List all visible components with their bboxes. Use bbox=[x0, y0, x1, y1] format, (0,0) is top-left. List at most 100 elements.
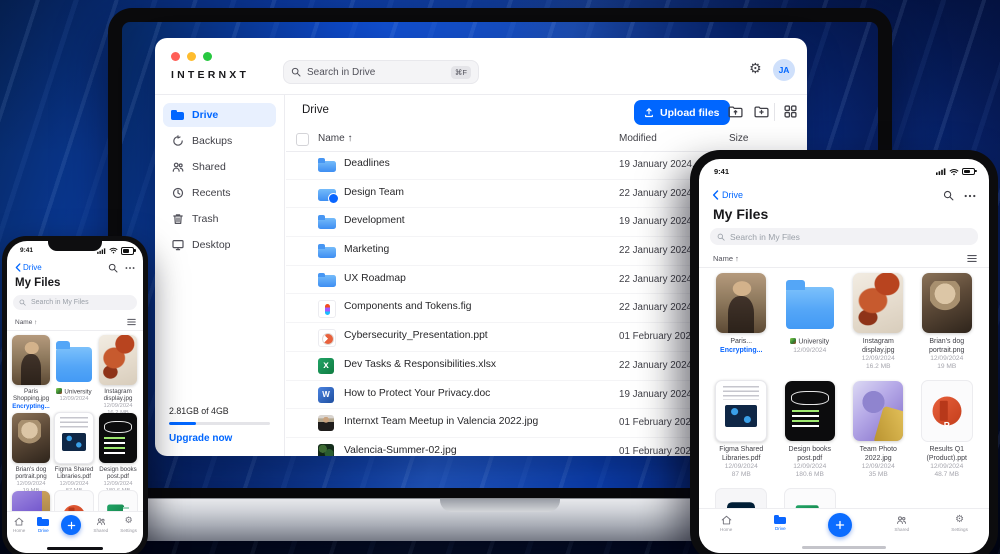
shared-people-icon bbox=[171, 161, 184, 173]
status-icons bbox=[936, 167, 977, 176]
search-icon[interactable] bbox=[108, 263, 118, 273]
breadcrumb[interactable]: Drive bbox=[302, 104, 329, 116]
file-name: Internxt Team Meetup in Valencia 2022.jp… bbox=[344, 416, 539, 428]
file-name: Marketing bbox=[344, 244, 390, 256]
file-date: 12/09/2024 bbox=[861, 463, 895, 471]
nav-home[interactable]: Home bbox=[720, 515, 732, 532]
grid-file-item[interactable]: University 12/09/2024 bbox=[54, 333, 94, 411]
minimize-window-button[interactable] bbox=[187, 52, 196, 61]
file-name: Components and Tokens.fig bbox=[344, 301, 472, 313]
sidebar-item-drive[interactable]: Drive bbox=[163, 103, 276, 127]
user-avatar[interactable]: JA bbox=[773, 59, 795, 81]
plus-icon bbox=[836, 520, 845, 530]
column-size[interactable]: Size bbox=[729, 133, 748, 144]
upgrade-now-link[interactable]: Upgrade now bbox=[169, 433, 270, 444]
phone-nav-actions bbox=[108, 263, 135, 273]
search-shortcut-badge: ⌘F bbox=[450, 65, 471, 79]
nav-home[interactable]: Home bbox=[13, 517, 25, 533]
sidebar-item-backups[interactable]: Backups bbox=[163, 129, 276, 153]
sidebar-item-shared[interactable]: Shared bbox=[163, 155, 276, 179]
search-placeholder: Search in Drive bbox=[307, 66, 376, 78]
file-name: Design books post.pdf bbox=[788, 446, 831, 462]
shared-people-icon bbox=[96, 518, 105, 526]
search-my-files-input[interactable]: Search in My Files bbox=[710, 228, 978, 245]
sidebar-item-recents[interactable]: Recents bbox=[163, 181, 276, 205]
file-type-icon bbox=[318, 158, 336, 172]
status-time: 9:41 bbox=[714, 167, 730, 176]
grid-file-item[interactable]: Team Photo 2022.jpg 12/09/2024 35 MB bbox=[846, 379, 911, 487]
back-to-drive[interactable]: Drive bbox=[15, 263, 42, 272]
grid-file-item[interactable]: Brian's dog portrait.png 12/09/2024 19 M… bbox=[12, 411, 50, 494]
home-indicator[interactable] bbox=[802, 546, 886, 549]
divider bbox=[699, 267, 989, 268]
grid-file-item[interactable]: Design books post.pdf 12/09/2024 180.6 M… bbox=[98, 411, 138, 494]
file-size: 19 MB bbox=[937, 363, 957, 371]
file-type-icon bbox=[318, 272, 336, 287]
search-icon[interactable] bbox=[943, 190, 954, 201]
sort-by-name[interactable]: Name ↑ bbox=[15, 319, 37, 326]
file-thumbnail bbox=[853, 273, 904, 333]
list-view-icon[interactable] bbox=[127, 318, 136, 326]
nav-drive[interactable]: Drive bbox=[37, 517, 50, 533]
search-my-files-input[interactable]: Search in My Files bbox=[13, 295, 137, 310]
nav-settings[interactable]: ⚙ Settings bbox=[120, 517, 137, 534]
sort-row: Name ↑ bbox=[15, 318, 136, 326]
file-size: 48.7 MB bbox=[934, 471, 960, 479]
upload-folder-button[interactable] bbox=[728, 105, 743, 118]
grid-file-item[interactable]: Instagram display.jpg 12/09/2024 16.2 MB bbox=[846, 271, 911, 379]
nav-settings[interactable]: ⚙ Settings bbox=[951, 515, 968, 533]
grid-file-item[interactable]: University 12/09/2024 bbox=[778, 271, 843, 379]
more-menu-icon[interactable] bbox=[964, 194, 976, 198]
sidebar-item-desktop[interactable]: Desktop bbox=[163, 233, 276, 257]
file-name: Design books post.pdf bbox=[99, 466, 137, 481]
add-new-button[interactable] bbox=[828, 513, 853, 537]
nav-shared[interactable]: Shared bbox=[894, 515, 909, 532]
drive-search-input[interactable]: Search in Drive ⌘F bbox=[283, 60, 479, 84]
file-thumbnail bbox=[784, 381, 835, 441]
search-icon bbox=[291, 67, 301, 77]
list-view-icon[interactable] bbox=[967, 254, 977, 263]
file-type-icon bbox=[318, 415, 334, 432]
file-name: University bbox=[54, 388, 94, 396]
sort-by-name[interactable]: Name ↑ bbox=[713, 254, 739, 263]
file-date: 12/09/2024 bbox=[793, 347, 827, 355]
more-menu-icon[interactable] bbox=[125, 266, 135, 270]
home-indicator[interactable] bbox=[47, 547, 103, 550]
file-type-icon bbox=[318, 443, 334, 456]
back-label: Drive bbox=[23, 263, 42, 272]
battery-icon bbox=[962, 167, 977, 176]
file-name: Figma Shared Libraries.pdf bbox=[719, 446, 764, 462]
tablet-device: 9:41 Drive My Files Search in My Files N… bbox=[690, 150, 998, 554]
close-window-button[interactable] bbox=[171, 52, 180, 61]
grid-file-item[interactable]: Figma Shared Libraries.pdf 12/09/2024 87… bbox=[709, 379, 774, 487]
grid-file-item[interactable]: Design books post.pdf 12/09/2024 180.6 M… bbox=[778, 379, 843, 487]
grid-file-item[interactable]: Results Q1 (Product).ppt 12/09/2024 48.7… bbox=[915, 379, 980, 487]
grid-file-item[interactable]: Instagram display.jpg 12/09/2024 16.2 MB bbox=[98, 333, 138, 416]
settings-gear-icon[interactable]: ⚙ bbox=[749, 62, 762, 76]
file-date: 12/09/2024 bbox=[930, 355, 964, 363]
column-modified[interactable]: Modified bbox=[619, 133, 657, 144]
grid-file-item[interactable]: Paris... Encrypting... bbox=[709, 271, 774, 379]
select-all-checkbox[interactable] bbox=[296, 133, 309, 146]
new-folder-button[interactable] bbox=[754, 105, 769, 118]
upload-files-button[interactable]: Upload files bbox=[634, 100, 730, 125]
grid-view-toggle[interactable] bbox=[784, 105, 797, 118]
sidebar-item-trash[interactable]: Trash bbox=[163, 207, 276, 231]
sidebar-item-label: Backups bbox=[192, 135, 233, 147]
status-time: 9:41 bbox=[20, 247, 34, 255]
grid-file-item[interactable]: Paris Shopping.jpg Encrypting... bbox=[12, 333, 50, 411]
storage-widget: 2.81GB of 4GB Upgrade now bbox=[169, 406, 270, 444]
drive-folder-icon bbox=[171, 110, 184, 120]
nav-shared[interactable]: Shared bbox=[93, 517, 108, 533]
chevron-left-icon bbox=[15, 263, 21, 272]
column-name[interactable]: Name ↑ bbox=[318, 133, 352, 144]
grid-file-item[interactable]: Figma Shared Libraries.pdf 12/09/2024 87… bbox=[54, 411, 94, 494]
add-new-button[interactable] bbox=[61, 515, 82, 535]
page-title: My Files bbox=[713, 206, 769, 222]
back-to-drive[interactable]: Drive bbox=[712, 190, 743, 200]
nav-drive[interactable]: Drive bbox=[774, 515, 787, 531]
divider bbox=[7, 330, 143, 331]
grid-file-item[interactable]: Brian's dog portrait.png 12/09/2024 19 M… bbox=[915, 271, 980, 379]
zoom-window-button[interactable] bbox=[203, 52, 212, 61]
app-header: INTERNXT Search in Drive ⌘F ⚙ JA bbox=[155, 38, 807, 95]
